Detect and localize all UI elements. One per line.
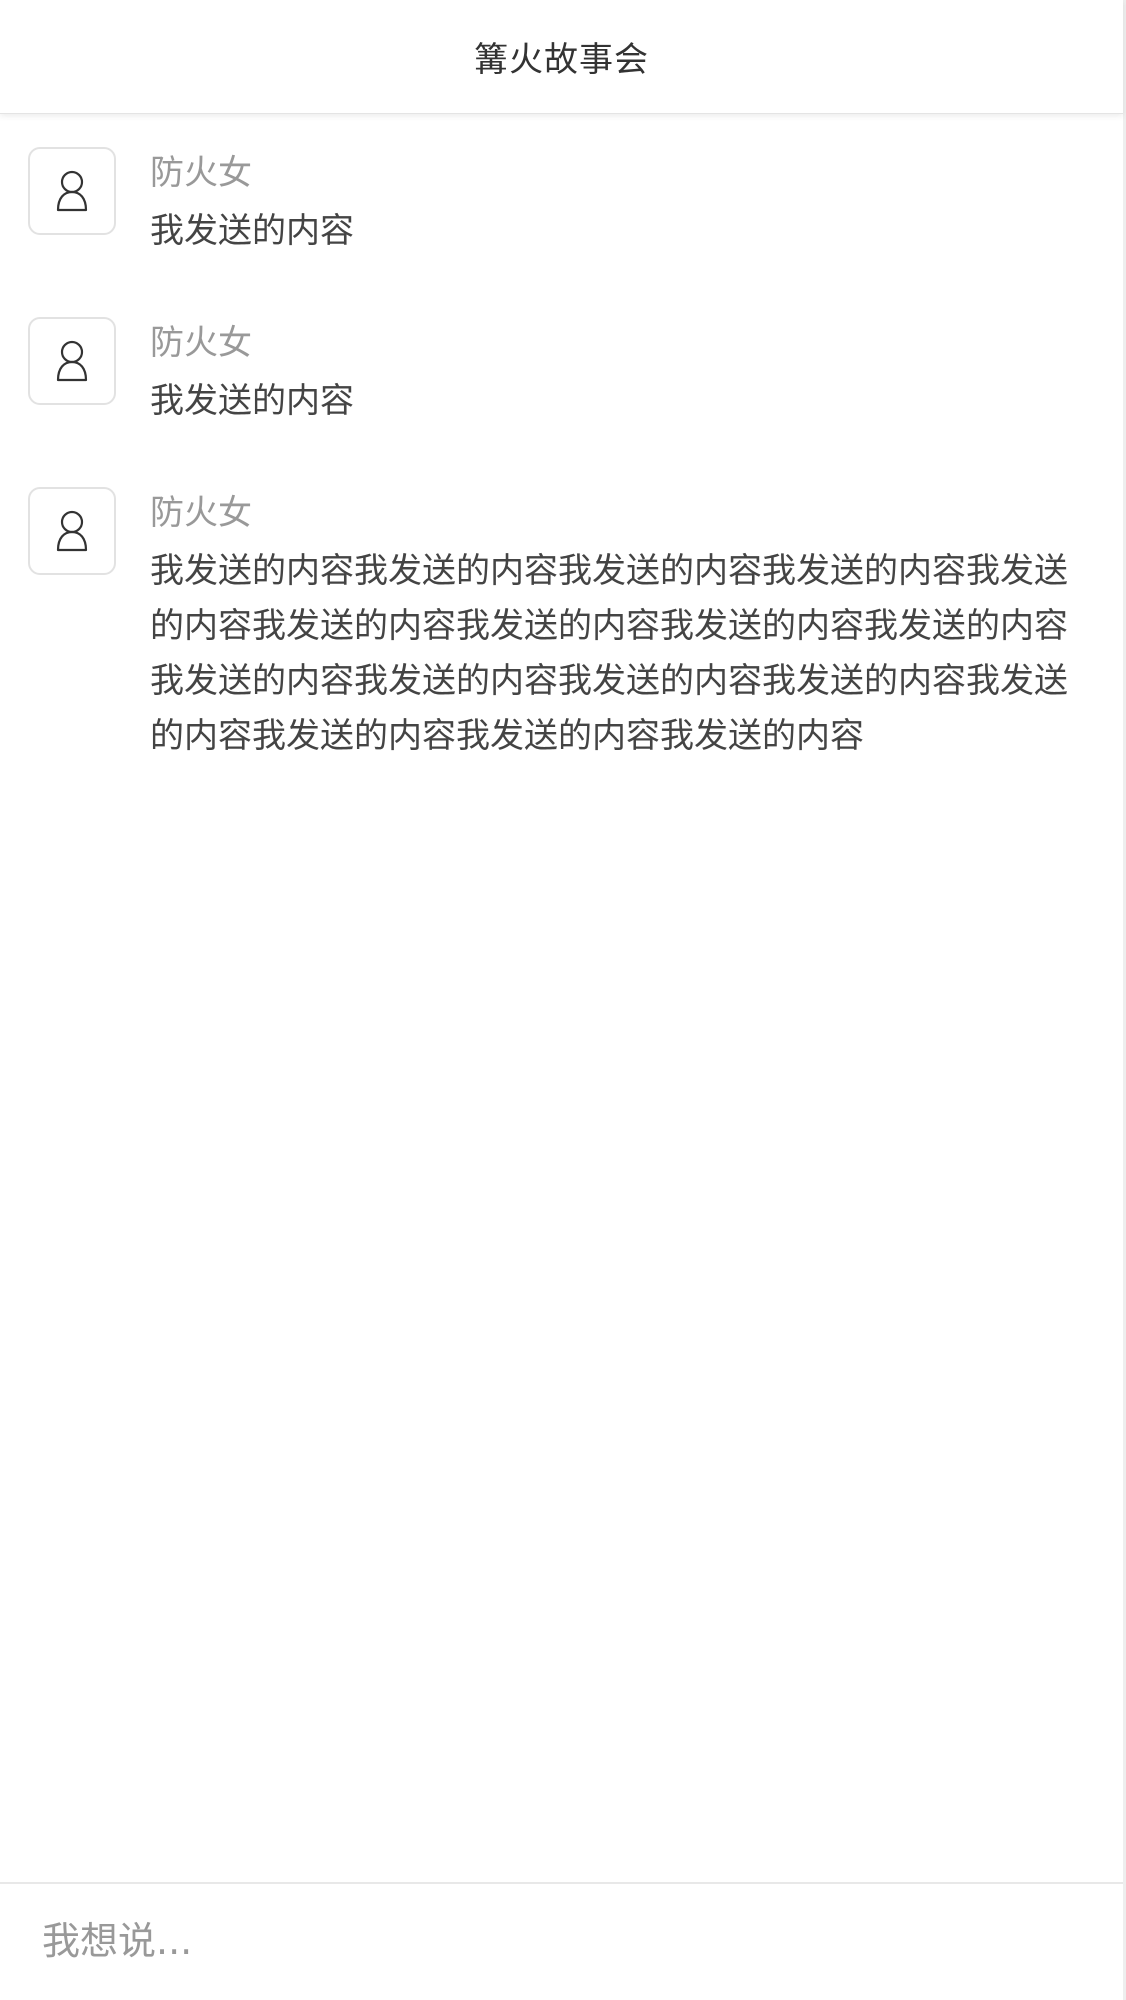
sender-name: 防火女 [150, 323, 252, 363]
avatar[interactable] [28, 487, 116, 575]
user-icon [56, 510, 88, 552]
message-input[interactable] [42, 1908, 1082, 1974]
avatar[interactable] [28, 147, 116, 235]
message-text: 我发送的内容 [150, 211, 354, 251]
user-icon [56, 170, 88, 212]
page-title: 篝火故事会 [474, 40, 649, 80]
sender-name: 防火女 [150, 493, 252, 533]
chat-app: 篝火故事会 防火女 我发送的内容 防火女 我发送的内容 防火女 我发送的内容我发… [0, 0, 1126, 2000]
composer-bar [0, 1882, 1123, 2000]
top-bar: 篝火故事会 [0, 0, 1123, 114]
sender-name: 防火女 [150, 153, 252, 193]
user-icon [56, 340, 88, 382]
message-text: 我发送的内容我发送的内容我发送的内容我发送的内容我发送的内容我发送的内容我发送的… [150, 551, 1068, 756]
avatar[interactable] [28, 317, 116, 405]
message-text: 我发送的内容 [150, 381, 354, 421]
